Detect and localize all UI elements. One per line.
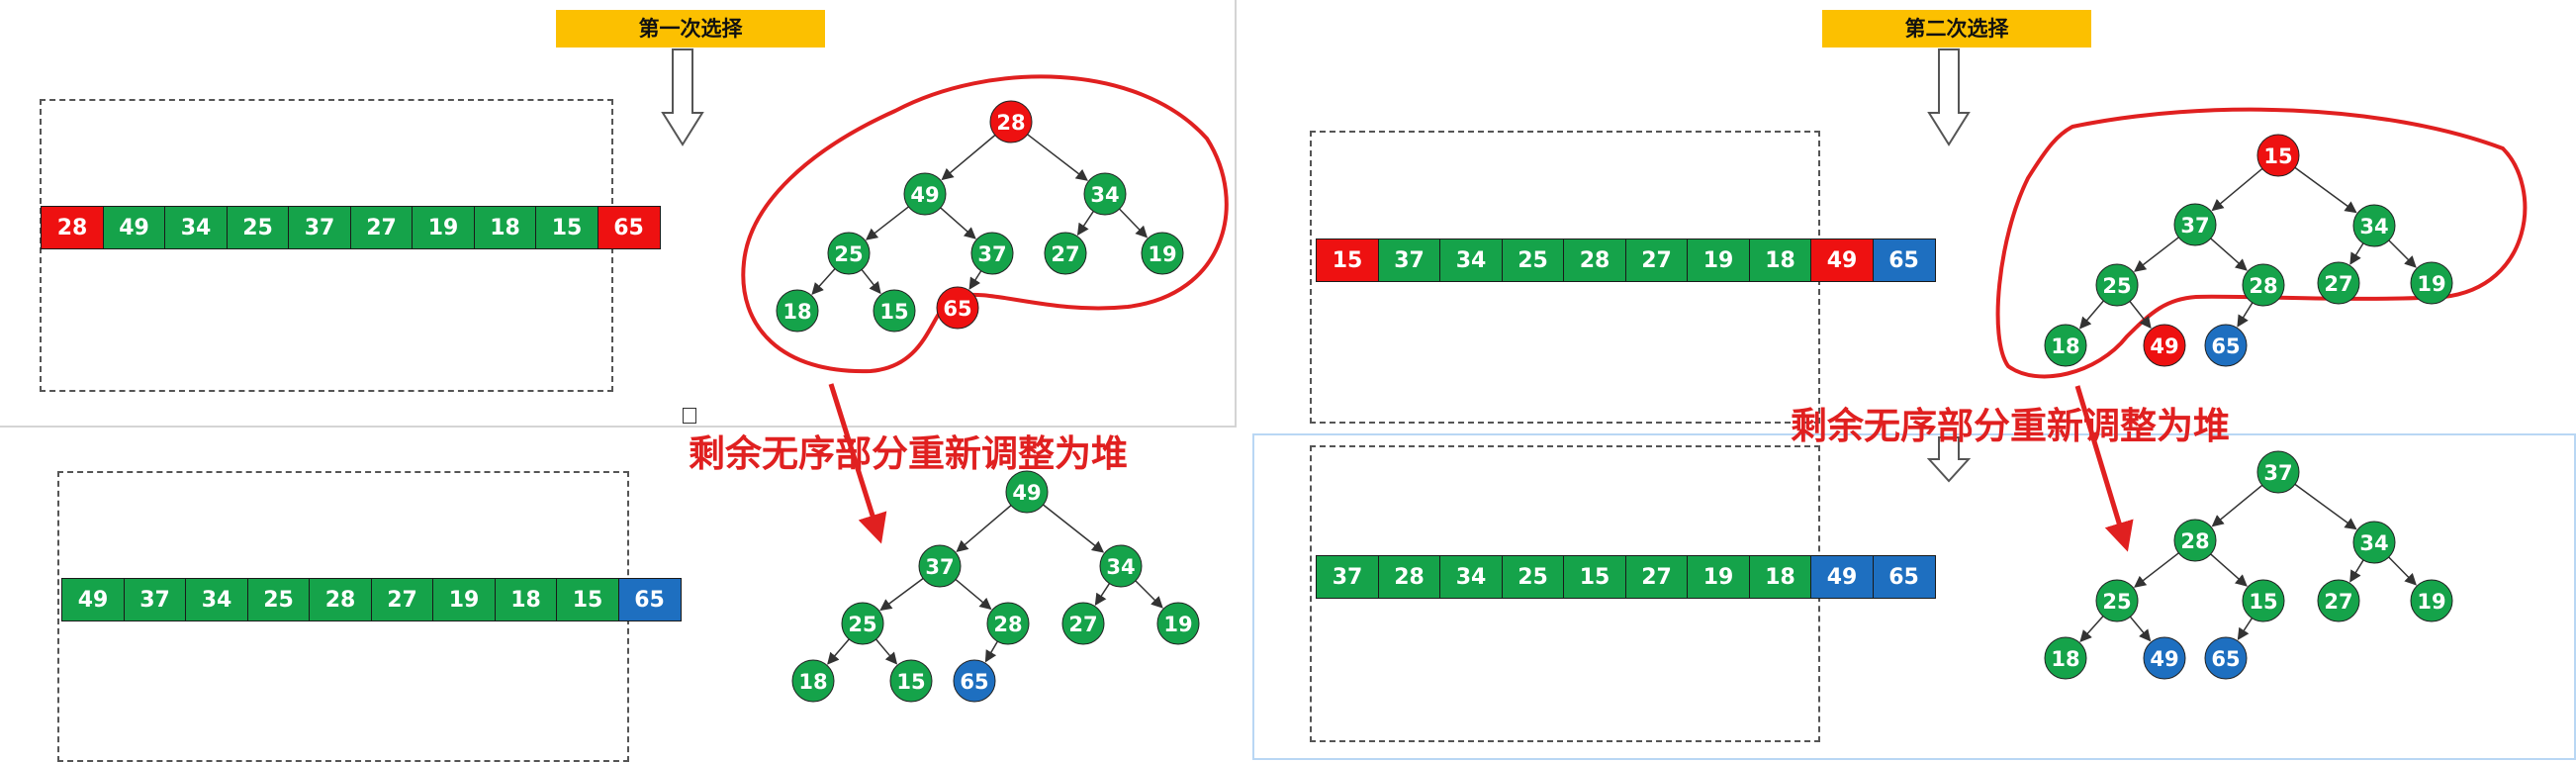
tree-node-label: 18: [782, 300, 811, 324]
tree-edge: [2237, 618, 2254, 641]
tree-node-label: 28: [2180, 529, 2209, 553]
tree-edge: [861, 268, 881, 295]
tree-edge: [2134, 552, 2179, 588]
tree-node-label: 18: [2051, 647, 2079, 671]
tree-edge: [811, 268, 836, 295]
tree-edge: [865, 206, 909, 240]
tree-edge: [1094, 583, 1111, 607]
tree-node-label: 37: [977, 242, 1006, 266]
tree-node-label: 34: [2359, 215, 2388, 238]
tree-edge: [2237, 302, 2254, 328]
tree-edge: [940, 207, 976, 239]
tree-node-label: 27: [1051, 242, 1079, 266]
tree-edge: [2211, 167, 2263, 212]
tree-node-label: 49: [2150, 647, 2178, 671]
tree-edge: [984, 640, 999, 663]
tree-edge: [1119, 208, 1149, 238]
tree-node-label: 19: [1163, 613, 1192, 636]
tree-node-label: 27: [2324, 272, 2352, 296]
tree-node-label: 19: [1148, 242, 1176, 266]
tree-node-label: 49: [910, 183, 939, 207]
tree-edge: [2210, 238, 2248, 271]
tree-node-label: 49: [2150, 334, 2178, 358]
tree-edge: [941, 134, 996, 181]
tree-node-label: 34: [1090, 183, 1119, 207]
tree-node-label: 34: [2359, 531, 2388, 555]
tree-edge: [2294, 166, 2357, 214]
tree-edge: [2388, 556, 2417, 586]
tree-node-label: 49: [1012, 481, 1041, 505]
tree-edge: [2349, 559, 2364, 583]
tree-edge: [879, 577, 924, 612]
tree-node-label: 25: [2102, 590, 2131, 614]
tree-node-label: 65: [2211, 334, 2240, 358]
tree-edge: [1076, 211, 1094, 237]
tree-edge: [827, 638, 850, 665]
annotation-arrow: [2074, 385, 2134, 552]
tree-edge: [2079, 616, 2104, 642]
tree-node-label: 18: [2051, 334, 2079, 358]
tree-edge: [2134, 237, 2179, 272]
tree-edge: [2210, 553, 2248, 587]
tree-edge: [1027, 134, 1088, 181]
tree-edge: [1043, 504, 1105, 553]
tree-node-label: 28: [993, 613, 1022, 636]
tree-edge: [955, 578, 992, 611]
tree-node-label: 27: [1068, 613, 1097, 636]
tree-node-label: 19: [2417, 590, 2445, 614]
tree-node-label: 65: [2211, 647, 2240, 671]
tree-edge: [2294, 483, 2357, 530]
tree-edge: [1135, 580, 1163, 609]
tree-node-label: 25: [848, 613, 876, 636]
tree-edge: [874, 638, 898, 665]
tree-node-label: 18: [798, 670, 827, 694]
tree-edge: [956, 505, 1012, 553]
tree-node-label: 34: [1106, 555, 1135, 579]
tree-node-label: 27: [2324, 590, 2352, 614]
tree-node-label: 19: [2417, 272, 2445, 296]
annotation-loop: [741, 74, 1229, 374]
tree-node-label: 37: [925, 555, 954, 579]
annotation-arrow: [828, 383, 887, 544]
tree-node-label: 15: [2249, 590, 2277, 614]
tree-node-label: 28: [2249, 274, 2277, 298]
tree-edge: [2388, 239, 2417, 268]
tree-node-label: 65: [960, 670, 988, 694]
tree-node-label: 15: [2263, 144, 2292, 168]
tree-node-label: 25: [834, 242, 863, 266]
tree-edge: [2129, 616, 2152, 642]
tree-node-label: 15: [896, 670, 925, 694]
tree-node-label: 65: [943, 297, 971, 321]
tree-node-label: 37: [2263, 461, 2292, 485]
tree-edge: [2349, 242, 2364, 265]
heap-trees: 28 49 34 25 37 27 19 18 15 65 49 37 34 25 28 27 19 18 15 65…: [741, 74, 2528, 703]
tree-edge: [2211, 484, 2263, 527]
tree-edge: [968, 270, 982, 290]
tree-node-label: 15: [879, 300, 908, 324]
tree-node-label: 37: [2180, 214, 2209, 238]
tree-node-label: 28: [996, 111, 1025, 135]
tree-edge: [2078, 300, 2104, 330]
tree-node-label: 25: [2102, 274, 2131, 298]
